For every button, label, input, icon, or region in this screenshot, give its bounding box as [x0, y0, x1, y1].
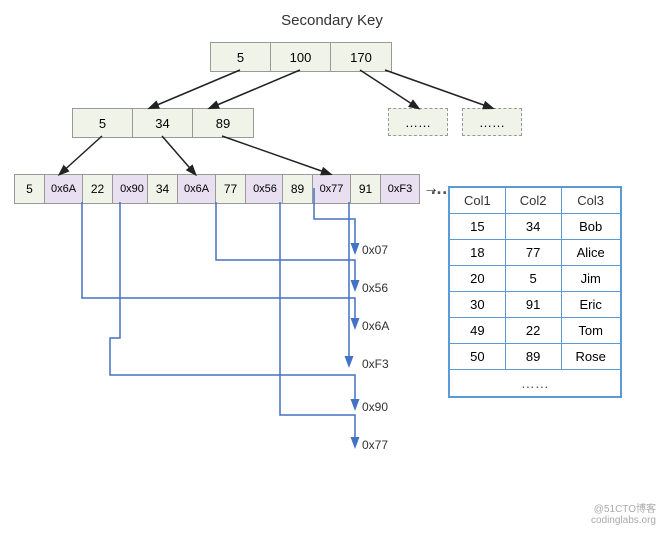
- ptr-label-2: 0x6A: [362, 319, 389, 333]
- table-cell-4-1: 22: [505, 318, 561, 344]
- level2-cell-2: 89: [193, 109, 253, 137]
- root-cell-1: 100: [271, 43, 331, 71]
- data-table: Col1 Col2 Col3 1534Bob 1877Alice 205Jim 309…: [448, 186, 622, 398]
- table-cell-5-1: 89: [505, 344, 561, 370]
- table-cell-4-2: Tom: [561, 318, 620, 344]
- leaf-val-0-0: 0x6A: [45, 175, 83, 203]
- level2-node: 5 34 89: [72, 108, 254, 138]
- main-container: Secondary Key 5 100 170 5 34 89 …… …… 5 …: [0, 0, 664, 534]
- table-cell-3-2: Eric: [561, 292, 620, 318]
- table-cell-2-1: 5: [505, 266, 561, 292]
- table-cell-0-2: Bob: [561, 214, 620, 240]
- dashed-node-2: ……: [462, 108, 522, 136]
- leaf-row-2: 89 0x77 91 0xF3 →: [282, 174, 442, 204]
- level2-cell-1: 34: [133, 109, 193, 137]
- leaf-key-0-0: 5: [15, 175, 45, 203]
- table-cell-3-1: 91: [505, 292, 561, 318]
- table-dots-row: ……: [450, 370, 621, 397]
- root-cell-2: 170: [331, 43, 391, 71]
- ptr-label-0: 0x07: [362, 243, 388, 257]
- root-node: 5 100 170: [210, 42, 392, 72]
- leaf-val-2-1: 0xF3: [381, 175, 419, 203]
- leaf-key-0-1: 22: [83, 175, 113, 203]
- leaf-node-1: 34 0x6A 77 0x56: [147, 174, 285, 204]
- leaf-val-1-0: 0x6A: [178, 175, 216, 203]
- level2-cell-0: 5: [73, 109, 133, 137]
- leaf-node-2: 89 0x77 91 0xF3: [282, 174, 420, 204]
- root-cell-0: 5: [211, 43, 271, 71]
- ptr-label-5: 0x77: [362, 438, 388, 452]
- col-header-1: Col2: [505, 188, 561, 214]
- table-cell-2-0: 20: [450, 266, 506, 292]
- leaf-key-1-1: 77: [216, 175, 246, 203]
- table-cell-5-2: Rose: [561, 344, 620, 370]
- leaf-node-0: 5 0x6A 22 0x90: [14, 174, 152, 204]
- dashed-node-1: ……: [388, 108, 448, 136]
- table-cell-1-1: 77: [505, 240, 561, 266]
- leaf-val-2-0: 0x77: [313, 175, 351, 203]
- watermark: @51CTO博客 codinglabs.org: [591, 500, 656, 526]
- table-cell-4-0: 49: [450, 318, 506, 344]
- table-cell-1-2: Alice: [561, 240, 620, 266]
- leaf-key-1-0: 34: [148, 175, 178, 203]
- leaf-key-2-0: 89: [283, 175, 313, 203]
- ptr-label-1: 0x56: [362, 281, 388, 295]
- page-title: Secondary Key: [0, 12, 664, 29]
- ptr-label-3: 0xF3: [362, 357, 389, 371]
- ptr-label-4: 0x90: [362, 400, 388, 414]
- leaf-val-1-1: 0x56: [246, 175, 284, 203]
- table-cell-2-2: Jim: [561, 266, 620, 292]
- leaf-val-0-1: 0x90: [113, 175, 151, 203]
- table-cell-1-0: 18: [450, 240, 506, 266]
- table-cell-0-1: 34: [505, 214, 561, 240]
- leaf-key-2-1: 91: [351, 175, 381, 203]
- table-cell-3-0: 30: [450, 292, 506, 318]
- col-header-2: Col3: [561, 188, 620, 214]
- table-cell-0-0: 15: [450, 214, 506, 240]
- table-cell-5-0: 50: [450, 344, 506, 370]
- col-header-0: Col1: [450, 188, 506, 214]
